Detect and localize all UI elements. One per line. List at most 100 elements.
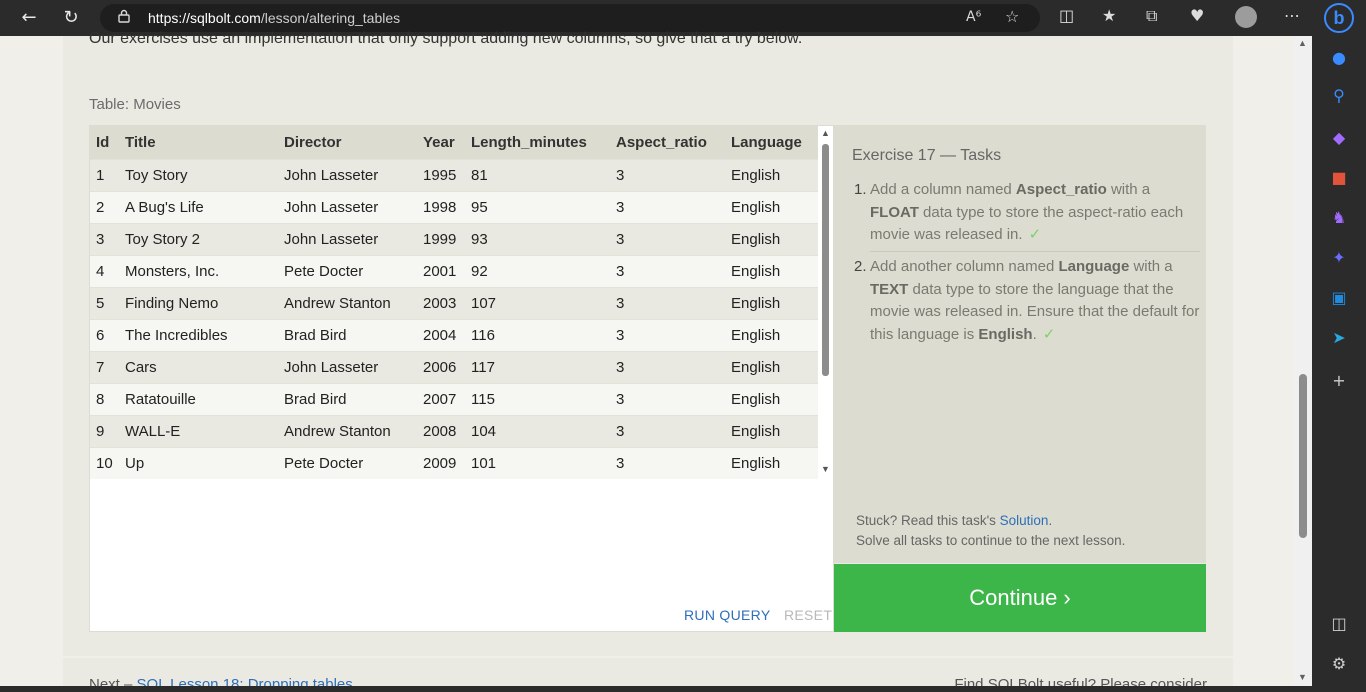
copilot-icon[interactable]: ✦ [1329, 248, 1349, 268]
solution-link[interactable]: Solution [1000, 513, 1049, 528]
exercise-panel: Exercise 17 — Tasks 1. Add a column named… [834, 125, 1206, 563]
table-cell: 9 [90, 414, 119, 447]
stuck-text: . [1048, 513, 1053, 528]
table-cell: English [725, 222, 818, 255]
table-cell: 4 [90, 254, 119, 287]
table-row: 8 Ratatouille Brad Bird 2007 115 3 English [90, 382, 818, 415]
table-cell: 95 [465, 190, 610, 223]
table-scroll-up-icon[interactable]: ▲ [821, 128, 830, 138]
reset-button[interactable]: RESET [784, 607, 832, 623]
table-cell: 1995 [417, 158, 465, 191]
table-cell: 1999 [417, 222, 465, 255]
profile-icon[interactable] [1235, 6, 1257, 28]
table-cell: 1998 [417, 190, 465, 223]
bell-icon[interactable]: ● [1329, 48, 1349, 68]
url-text[interactable]: https://sqlbolt.com/lesson/altering_tabl… [148, 10, 400, 26]
page-scrollbar[interactable]: ▲ ▼ [1294, 36, 1312, 686]
task-text: Add another column named [870, 258, 1059, 275]
table-cell: English [725, 350, 818, 383]
task-item-1: 1. Add a column named Aspect_ratio with a… [852, 179, 1200, 247]
task-keyword: English [978, 325, 1033, 343]
continue-button[interactable]: Continue › [834, 564, 1206, 632]
bing-icon[interactable]: b [1324, 3, 1354, 33]
task-text: . [1032, 325, 1037, 343]
table-cell: 92 [465, 254, 610, 287]
stuck-help: Stuck? Read this task's Solution. Solve … [856, 511, 1125, 551]
table-cell: Toy Story 2 [119, 222, 278, 255]
table-cell: 104 [465, 414, 610, 447]
table-cell: A Bug's Life [119, 190, 278, 223]
table-cell: John Lasseter [278, 190, 417, 223]
task-number: 1. [854, 181, 867, 198]
refresh-icon[interactable]: ↻ [58, 6, 84, 30]
table-row: 9 WALL-E Andrew Stanton 2008 104 3 English [90, 414, 818, 447]
table-cell: 2003 [417, 286, 465, 319]
scroll-down-icon[interactable]: ▼ [1298, 672, 1307, 682]
favorites-icon[interactable]: ★ [1102, 6, 1116, 25]
table-cell: 93 [465, 222, 610, 255]
table-cell: Brad Bird [278, 382, 417, 415]
table-cell: English [725, 382, 818, 415]
column-header: Language [725, 126, 818, 159]
table-scrollbar[interactable]: ▲ ▼ [818, 126, 833, 478]
lock-icon[interactable] [118, 9, 130, 23]
task-text: Add a column named [870, 181, 1016, 198]
scroll-up-icon[interactable]: ▲ [1298, 38, 1307, 48]
table-scroll-down-icon[interactable]: ▼ [821, 464, 830, 474]
column-header: Length_minutes [465, 126, 610, 159]
table-row: 1 Toy Story John Lasseter 1995 81 3 English [90, 158, 818, 191]
table-cell: 2009 [417, 446, 465, 479]
table-header-row: Id Title Director Year Length_minutes As… [90, 126, 818, 159]
table-cell: 2006 [417, 350, 465, 383]
more-icon[interactable]: ⋯ [1284, 6, 1300, 25]
toolbox-icon[interactable]: ■ [1329, 168, 1349, 188]
outlook-icon[interactable]: ▣ [1329, 288, 1349, 308]
table-cell: 2001 [417, 254, 465, 287]
favorite-icon[interactable]: ☆ [1005, 7, 1019, 26]
table-cell: 101 [465, 446, 610, 479]
table-cell: John Lasseter [278, 222, 417, 255]
table-cell: 2004 [417, 318, 465, 351]
table-cell: Up [119, 446, 278, 479]
telegram-icon[interactable]: ➤ [1329, 328, 1349, 348]
table-cell: Pete Docter [278, 446, 417, 479]
page-scroll-thumb[interactable] [1299, 374, 1307, 538]
performance-icon[interactable]: ♥ [1190, 6, 1204, 25]
search-icon[interactable]: ⚲ [1329, 86, 1349, 106]
chess-icon[interactable]: ♞ [1329, 208, 1349, 228]
task-text: with a [1106, 181, 1151, 198]
table-cell: 3 [610, 350, 725, 383]
table-cell: Andrew Stanton [278, 286, 417, 319]
table-cell: Andrew Stanton [278, 414, 417, 447]
table-cell: 3 [610, 446, 725, 479]
table-cell: English [725, 446, 818, 479]
add-icon[interactable]: + [1329, 371, 1349, 391]
table-cell: English [725, 318, 818, 351]
table-cell: 3 [610, 382, 725, 415]
table-label: Table: Movies [89, 96, 181, 113]
intro-text: Our exercises use an implementation that… [89, 30, 803, 47]
table-cell: 116 [465, 318, 610, 351]
run-query-button[interactable]: RUN QUERY [684, 607, 770, 623]
exercise-title: Exercise 17 — Tasks [852, 147, 1002, 164]
task-keyword: FLOAT [870, 203, 919, 221]
split-screen-icon[interactable]: ◫ [1059, 6, 1074, 25]
column-header: Director [278, 126, 417, 159]
collections-icon[interactable]: ⧉ [1146, 6, 1157, 26]
table-cell: English [725, 190, 818, 223]
table-scroll-thumb[interactable] [822, 144, 829, 376]
table-cell: Ratatouille [119, 382, 278, 415]
edge-sidebar: ● ⚲ ◆ ■ ♞ ✦ ▣ ➤ + ◫ ⚙ [1312, 36, 1366, 692]
table-cell: John Lasseter [278, 350, 417, 383]
table-row: 10 Up Pete Docter 2009 101 3 English [90, 446, 818, 479]
lesson-content: Our exercises use an implementation that… [63, 30, 1233, 656]
panel-icon[interactable]: ◫ [1329, 614, 1349, 634]
tag-icon[interactable]: ◆ [1329, 128, 1349, 148]
task-divider [870, 251, 1200, 252]
back-icon[interactable]: ← [16, 6, 42, 30]
movies-table: Id Title Director Year Length_minutes As… [90, 126, 818, 479]
address-bar[interactable]: https://sqlbolt.com/lesson/altering_tabl… [100, 4, 1040, 32]
read-aloud-icon[interactable]: A⁶ [966, 9, 981, 25]
table-cell: English [725, 254, 818, 287]
settings-icon[interactable]: ⚙ [1329, 654, 1349, 674]
